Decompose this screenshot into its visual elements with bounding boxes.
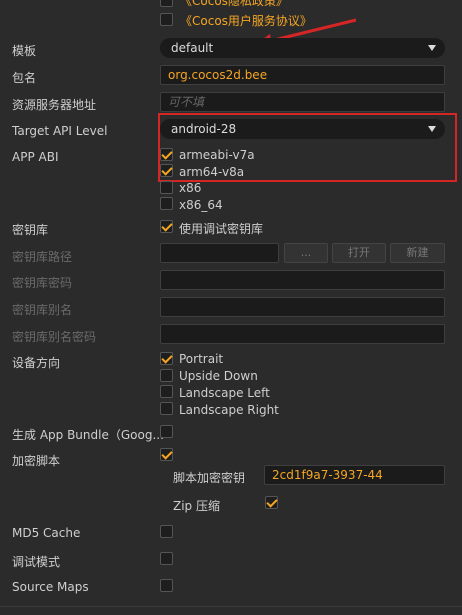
chevron-down-icon [428,45,436,51]
debug-mode-label: 调试模式 [12,555,61,569]
target-api-value: android-28 [171,122,237,136]
abi-armeabi-v7a-label: armeabi-v7a [179,148,255,162]
orientation-label: 设备方向 [12,356,61,370]
keystore-path-label: 密钥库路径 [12,250,73,264]
keystore-password-label: 密钥库密码 [12,276,73,290]
chevron-down-icon [428,126,436,132]
template-value: default [171,41,214,55]
keystore-label: 密钥库 [12,223,49,237]
md5-cache-checkbox[interactable] [160,525,173,538]
orientation-landscape-right-checkbox[interactable] [160,402,173,415]
source-maps-label: Source Maps [12,580,89,594]
resource-server-label: 资源服务器地址 [12,98,97,112]
privacy-policy-link[interactable]: 《Cocos隐私政策》 [180,0,288,9]
abi-x86-checkbox[interactable] [160,181,173,194]
package-name-label: 包名 [12,71,37,85]
browse-dots-button[interactable]: ... [284,243,328,263]
orientation-landscape-left-label: Landscape Left [179,386,270,400]
encrypt-checkbox[interactable] [160,448,173,461]
abi-x86-64-checkbox[interactable] [160,197,173,210]
orientation-portrait-label: Portrait [179,352,224,366]
template-label: 模板 [12,44,37,58]
keystore-alias-password-input[interactable] [160,324,445,344]
keystore-alias-password-label: 密钥库别名密码 [12,330,97,344]
package-name-input[interactable]: org.cocos2d.bee [160,65,445,85]
bottom-divider [0,606,462,607]
privacy-policy-checkbox[interactable] [160,0,173,7]
orientation-landscape-right-label: Landscape Right [179,403,279,417]
app-bundle-label: 生成 App Bundle（Goog... [12,428,164,442]
abi-x86-label: x86 [179,181,202,195]
target-api-select[interactable]: android-28 [160,119,445,139]
zip-checkbox[interactable] [265,496,278,509]
user-agreement-checkbox[interactable] [160,13,173,26]
keystore-alias-label: 密钥库别名 [12,303,73,317]
orientation-portrait-checkbox[interactable] [160,352,173,365]
encrypt-key-input[interactable]: 2cd1f9a7-3937-44 [264,465,445,485]
orientation-upside-down-checkbox[interactable] [160,369,173,382]
new-button[interactable]: 新建 [390,243,445,263]
target-api-label: Target API Level [12,124,108,138]
keystore-password-input[interactable] [160,270,445,290]
abi-armeabi-v7a-checkbox[interactable] [160,148,173,161]
debug-keystore-label: 使用调试密钥库 [179,222,264,236]
abi-arm64-v8a-checkbox[interactable] [160,164,173,177]
orientation-landscape-left-checkbox[interactable] [160,385,173,398]
app-bundle-checkbox[interactable] [160,425,173,438]
app-abi-label: APP ABI [12,150,59,164]
abi-x86-64-label: x86_64 [179,198,223,212]
md5-cache-label: MD5 Cache [12,526,81,540]
zip-label: Zip 压缩 [173,499,220,513]
template-select[interactable]: default [160,38,445,58]
keystore-alias-input[interactable] [160,297,445,317]
encrypt-label: 加密脚本 [12,454,61,468]
debug-mode-checkbox[interactable] [160,552,173,565]
keystore-path-input[interactable] [160,243,279,263]
encrypt-key-label: 脚本加密密钥 [173,471,246,485]
abi-arm64-v8a-label: arm64-v8a [179,165,245,179]
orientation-upside-down-label: Upside Down [179,369,258,383]
debug-keystore-checkbox[interactable] [160,220,173,233]
open-button[interactable]: 打开 [332,243,386,263]
source-maps-checkbox[interactable] [160,579,173,592]
resource-server-input[interactable]: 可不填 [160,92,445,112]
